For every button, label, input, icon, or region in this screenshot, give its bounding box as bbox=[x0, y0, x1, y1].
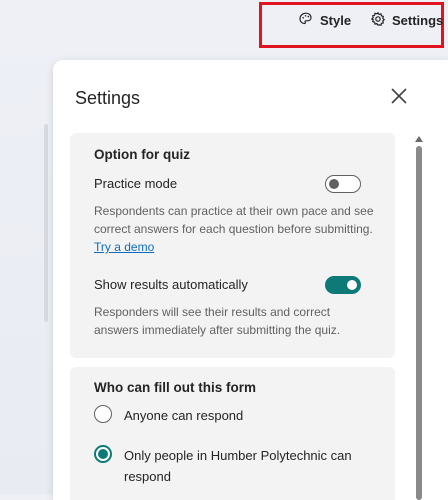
practice-mode-description: Respondents can practice at their own pa… bbox=[94, 202, 374, 256]
settings-label: Settings bbox=[392, 12, 444, 28]
close-button[interactable] bbox=[388, 85, 410, 107]
radio-button[interactable] bbox=[94, 405, 112, 423]
style-label: Style bbox=[320, 12, 352, 28]
radio-organization-label: Only people in Humber Polytechnic can re… bbox=[124, 448, 352, 484]
access-section-title: Who can fill out this form bbox=[94, 380, 256, 395]
show-results-description: Responders will see their results and co… bbox=[94, 305, 341, 337]
settings-button[interactable]: Settings bbox=[370, 9, 443, 31]
quiz-options-card: Option for quiz Practice mode Respondent… bbox=[70, 133, 395, 358]
show-results-toggle[interactable] bbox=[325, 276, 361, 294]
panel-title: Settings bbox=[75, 88, 141, 108]
close-icon bbox=[388, 88, 410, 111]
try-demo-link[interactable]: Try a demo bbox=[94, 240, 154, 254]
show-results-label: Show results automatically bbox=[94, 277, 248, 292]
palette-icon bbox=[298, 11, 314, 30]
background-scrollbar[interactable] bbox=[44, 124, 48, 322]
practice-mode-toggle[interactable] bbox=[325, 175, 361, 193]
access-card: Who can fill out this form Anyone can re… bbox=[70, 367, 395, 500]
quiz-section-title: Option for quiz bbox=[94, 147, 190, 162]
top-toolbar: Style Settings bbox=[0, 0, 448, 50]
toggle-knob bbox=[329, 179, 339, 189]
style-button[interactable]: Style bbox=[298, 9, 351, 31]
settings-panel: Settings Option for quiz Practice mode R… bbox=[53, 60, 448, 500]
scroll-thumb[interactable] bbox=[416, 146, 422, 500]
radio-anyone[interactable]: Anyone can respond bbox=[94, 405, 379, 426]
practice-mode-label: Practice mode bbox=[94, 176, 178, 191]
practice-mode-description-text: Respondents can practice at their own pa… bbox=[94, 204, 374, 236]
radio-button-checked[interactable] bbox=[94, 445, 112, 463]
panel-scrollbar[interactable] bbox=[414, 136, 426, 500]
radio-dot bbox=[98, 449, 108, 459]
radio-anyone-label: Anyone can respond bbox=[124, 408, 244, 423]
radio-organization[interactable]: Only people in Humber Polytechnic can re… bbox=[94, 445, 379, 487]
gear-icon bbox=[370, 11, 386, 30]
scroll-up-arrow-icon[interactable] bbox=[415, 136, 423, 142]
toggle-knob bbox=[347, 280, 357, 290]
